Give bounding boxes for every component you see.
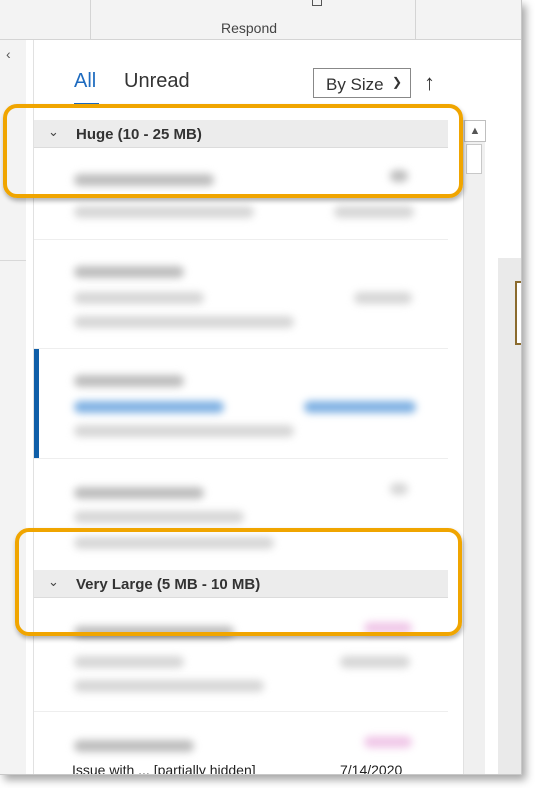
ribbon-divider [415, 0, 416, 40]
scroll-up-icon[interactable]: ▲ [464, 120, 486, 142]
chevron-down-icon: ❯ [392, 75, 403, 89]
sort-by-label: By Size [326, 75, 384, 94]
reading-pane-marker [515, 281, 521, 345]
message-date: 7/14/2020 [340, 762, 403, 775]
list-item[interactable] [34, 349, 448, 459]
collapse-pane-icon[interactable]: ‹ [6, 46, 11, 62]
arrow-up-icon[interactable]: ↑ [424, 70, 435, 96]
list-item[interactable] [34, 240, 448, 349]
tab-all[interactable]: All [74, 70, 96, 93]
sort-by-dropdown[interactable]: By Size ❯ [313, 68, 411, 98]
scrollbar-thumb[interactable] [466, 144, 482, 174]
vertical-scrollbar[interactable]: ▲ [463, 120, 486, 774]
ribbon: Respond [0, 0, 521, 40]
ribbon-divider [90, 0, 91, 40]
ribbon-group-label: Respond [221, 20, 278, 36]
ribbon-icon[interactable] [312, 0, 322, 6]
highlight-box [15, 528, 462, 636]
tab-unread[interactable]: Unread [124, 70, 190, 93]
highlight-box [3, 104, 463, 198]
folder-pane-divider [0, 260, 26, 261]
message-preview: Issue with ... [partially hidden] [72, 762, 256, 775]
reading-pane [486, 40, 521, 774]
